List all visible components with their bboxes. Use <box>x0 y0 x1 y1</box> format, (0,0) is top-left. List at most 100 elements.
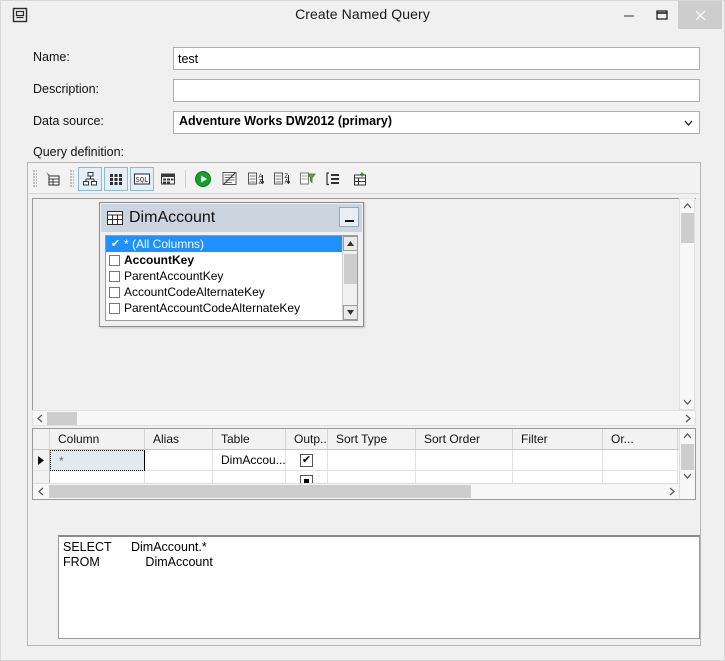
remove-filter-icon[interactable] <box>295 167 319 191</box>
column-checkbox[interactable] <box>109 254 120 266</box>
toolbar-separator <box>185 169 186 188</box>
table-row[interactable]: * DimAccou... ✔ <box>33 450 679 471</box>
sort-ascending-icon[interactable]: A Z <box>243 167 267 191</box>
diagram-horizontal-scrollbar[interactable] <box>32 410 696 426</box>
scroll-up-icon[interactable] <box>343 236 357 251</box>
grid-column-header[interactable]: Sort Type <box>328 429 416 449</box>
name-input[interactable] <box>173 47 700 70</box>
column-name: AccountKey <box>124 253 195 267</box>
run-query-icon[interactable] <box>191 167 215 191</box>
grid-column-header[interactable]: Sort Order <box>416 429 513 449</box>
diagram-table-caption[interactable]: DimAccount <box>101 204 362 232</box>
minimize-icon <box>623 15 634 17</box>
grid-vertical-scrollbar[interactable] <box>679 429 695 499</box>
grid-cell-or[interactable] <box>603 450 678 471</box>
grid-column-header[interactable]: Or... <box>603 429 678 449</box>
verify-sql-icon[interactable] <box>217 167 241 191</box>
checkmark-icon[interactable]: ✔ <box>109 238 122 250</box>
sort-descending-icon[interactable]: Z A <box>269 167 293 191</box>
column-checkbox[interactable] <box>109 270 120 282</box>
column-list[interactable]: ✔ * (All Columns) AccountKey ParentAccountK… <box>105 235 358 321</box>
grid-column-header[interactable]: Alias <box>145 429 213 449</box>
diagram-table-title: DimAccount <box>129 209 216 226</box>
add-table-icon[interactable] <box>41 167 65 191</box>
column-list-scroll-thumb[interactable] <box>344 254 357 284</box>
column-list-item[interactable]: ParentAccountKey <box>106 268 357 284</box>
sql-line: SELECT DimAccount.* <box>63 540 699 555</box>
toolbar-grip-2[interactable] <box>70 169 74 188</box>
description-input[interactable] <box>173 79 700 102</box>
column-checkbox[interactable] <box>109 286 120 298</box>
grid-cell-output[interactable]: ✔ <box>286 450 328 471</box>
grid-scroll-right-icon[interactable] <box>664 484 679 499</box>
column-name: ParentAccountCodeAlternateKey <box>124 301 301 315</box>
diagram-pane[interactable]: DimAccount ✔ * (All Columns) AccountKey Par… <box>32 198 696 410</box>
description-label: Description: <box>33 82 99 96</box>
grid-cell-filter[interactable] <box>513 450 603 471</box>
diagram-vertical-scrollbar[interactable] <box>679 198 695 410</box>
grid-horizontal-scrollbar[interactable] <box>33 483 679 499</box>
column-name: * (All Columns) <box>124 237 205 251</box>
column-checkbox[interactable] <box>109 302 120 314</box>
show-results-pane-icon[interactable] <box>156 167 180 191</box>
diagram-vscroll-thumb[interactable] <box>681 213 694 243</box>
column-list-rows: ✔ * (All Columns) AccountKey ParentAccountK… <box>106 236 357 316</box>
title-bar: Create Named Query <box>1 1 724 29</box>
row-indicator[interactable] <box>33 450 50 471</box>
diagram-scroll-left-icon[interactable] <box>33 411 47 425</box>
grid-scroll-left-icon[interactable] <box>33 484 48 499</box>
column-list-item[interactable]: AccountKey <box>106 252 357 268</box>
sql-keyword: FROM <box>63 555 100 569</box>
diagram-table-minimize-button[interactable] <box>339 207 359 227</box>
grid-cell-sort-order[interactable] <box>416 450 513 471</box>
column-list-item[interactable]: ParentAccountCodeAlternateKey <box>106 300 357 316</box>
grid-cell-column[interactable]: * <box>50 450 145 471</box>
scroll-down-icon[interactable] <box>343 305 357 320</box>
diagram-canvas[interactable]: DimAccount ✔ * (All Columns) AccountKey Par… <box>33 199 696 410</box>
grid-corner <box>33 429 50 449</box>
diagram-scroll-right-icon[interactable] <box>681 411 695 425</box>
use-group-by-icon[interactable] <box>321 167 345 191</box>
name-label: Name: <box>33 50 70 64</box>
toolbar-grip[interactable] <box>33 169 37 188</box>
show-diagram-pane-icon[interactable] <box>78 166 102 191</box>
minimize-button[interactable] <box>612 1 645 29</box>
grid-cell-table[interactable]: DimAccou... <box>213 450 286 471</box>
data-source-value: Adventure Works DW2012 (primary) <box>179 114 393 128</box>
add-derived-table-icon[interactable] <box>347 167 371 191</box>
table-icon <box>107 211 123 225</box>
sql-text: DimAccount <box>135 555 213 569</box>
grid-vscroll-thumb[interactable] <box>681 444 694 470</box>
query-definition-panel: SQL A Z Z A DimAccount ✔ * (All Columns)… <box>27 162 701 646</box>
grid-column-header[interactable]: Column <box>50 429 145 449</box>
data-source-select[interactable]: Adventure Works DW2012 (primary) <box>173 111 700 134</box>
diagram-hscroll-thumb[interactable] <box>47 412 77 425</box>
grid-column-header[interactable]: Table <box>213 429 286 449</box>
grid-hscroll-thumb[interactable] <box>49 485 471 498</box>
close-button[interactable] <box>678 1 722 29</box>
grid-scroll-up-icon[interactable] <box>680 429 695 443</box>
criteria-grid-pane[interactable]: Column Alias Table Outp... Sort Type Sort Ord… <box>32 428 696 500</box>
criteria-grid-body[interactable]: * DimAccou... ✔ <box>33 450 679 492</box>
grid-cell-sort-type[interactable] <box>328 450 416 471</box>
data-source-label: Data source: <box>33 114 104 128</box>
column-list-scrollbar[interactable] <box>342 236 357 320</box>
diagram-scroll-down-icon[interactable] <box>680 395 694 409</box>
show-grid-pane-icon[interactable] <box>104 166 128 191</box>
column-list-item[interactable]: AccountCodeAlternateKey <box>106 284 357 300</box>
maximize-icon <box>655 10 668 20</box>
diagram-table-dimaccount[interactable]: DimAccount ✔ * (All Columns) AccountKey Par… <box>99 202 364 327</box>
chevron-down-icon[interactable] <box>680 114 697 131</box>
grid-column-header[interactable]: Outp... <box>286 429 328 449</box>
column-name: AccountCodeAlternateKey <box>124 285 265 299</box>
output-checkbox[interactable]: ✔ <box>300 453 313 467</box>
grid-column-header[interactable]: Filter <box>513 429 603 449</box>
show-sql-pane-icon[interactable]: SQL <box>130 166 154 191</box>
diagram-scroll-up-icon[interactable] <box>680 199 694 213</box>
sql-pane[interactable]: SELECT DimAccount.* FROM DimAccount <box>58 535 700 639</box>
column-list-item[interactable]: ✔ * (All Columns) <box>106 236 357 252</box>
svg-text:SQL: SQL <box>136 176 149 184</box>
grid-cell-alias[interactable] <box>145 450 213 471</box>
maximize-button[interactable] <box>645 1 678 29</box>
grid-scroll-down-icon[interactable] <box>680 469 695 483</box>
